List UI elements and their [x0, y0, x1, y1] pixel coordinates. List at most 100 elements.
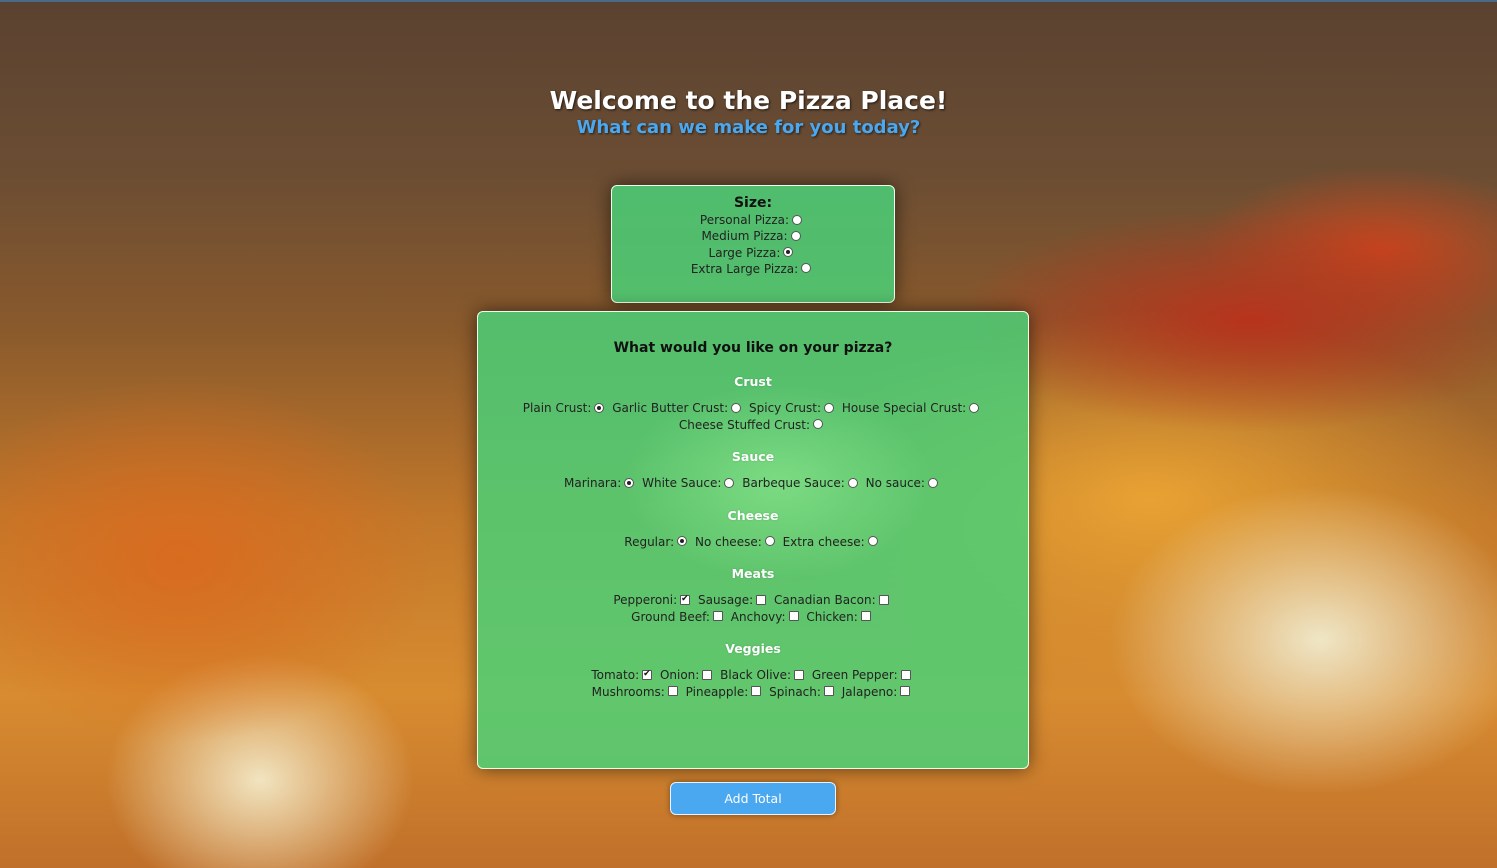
- size-extra-large-radio[interactable]: [801, 263, 812, 274]
- cheese-option: Regular:: [624, 535, 691, 549]
- veggie-option: Jalapeno:: [842, 685, 915, 699]
- page-header: Welcome to the Pizza Place! What can we …: [0, 86, 1497, 140]
- meat-option-label: Anchovy:: [730, 609, 786, 624]
- crust-cheese-stuffed-radio[interactable]: [813, 419, 824, 429]
- meat-option: Anchovy:: [731, 610, 803, 624]
- size-medium-radio[interactable]: [790, 230, 801, 241]
- size-large-radio[interactable]: [783, 247, 794, 258]
- meat-anchovy-checkbox[interactable]: [788, 611, 799, 621]
- meat-option: Pepperoni:: [613, 593, 694, 607]
- veggies-heading: Veggies: [725, 641, 781, 656]
- veggie-jalapeno-checkbox[interactable]: [900, 686, 911, 696]
- crust-option: Plain Crust:: [523, 401, 609, 415]
- crust-heading: Crust: [734, 374, 772, 389]
- cheese-option-label: Regular:: [624, 534, 675, 549]
- crust-option-label: House Special Crust:: [841, 401, 967, 415]
- crust-spicy-radio[interactable]: [824, 402, 834, 413]
- sauce-option-label: Barbeque Sauce:: [742, 476, 845, 490]
- size-option-label: Large Pizza:: [708, 245, 781, 260]
- size-option-label: Medium Pizza:: [701, 229, 788, 244]
- sauce-marinara-radio[interactable]: [624, 477, 635, 488]
- crust-option: House Special Crust:: [842, 401, 983, 415]
- meat-option-label: Chicken:: [806, 609, 858, 624]
- crust-option-label: Cheese Stuffed Crust:: [678, 417, 811, 432]
- cheese-heading: Cheese: [727, 507, 779, 523]
- veggie-option: Tomato:: [591, 668, 656, 682]
- size-option-label: Personal Pizza:: [699, 213, 790, 227]
- meat-option: Canadian Bacon:: [774, 593, 893, 607]
- cheese-regular-radio[interactable]: [677, 536, 688, 546]
- sauce-heading: Sauce: [731, 449, 775, 464]
- meat-option: Sausage:: [698, 593, 770, 607]
- sauce-option-label: White Sauce:: [642, 476, 722, 490]
- size-option-extra-large: Extra Large Pizza:: [612, 261, 894, 277]
- size-personal-radio[interactable]: [792, 214, 803, 225]
- veggie-option-label: Onion:: [659, 668, 700, 682]
- add-total-button[interactable]: Add Total: [670, 782, 836, 815]
- size-option-label: Extra Large Pizza:: [690, 261, 799, 276]
- meat-option: Chicken:: [806, 610, 874, 624]
- veggie-mushrooms-checkbox[interactable]: [667, 686, 678, 696]
- crust-option: Spicy Crust:: [749, 401, 838, 415]
- sauce-barbeque-radio[interactable]: [847, 477, 858, 488]
- veggie-option-label: Pineapple:: [685, 684, 749, 699]
- meat-sausage-checkbox[interactable]: [756, 594, 767, 605]
- size-heading: Size:: [733, 195, 773, 211]
- veggie-option: Mushrooms:: [592, 685, 682, 699]
- veggie-spinach-checkbox[interactable]: [823, 686, 834, 696]
- veggies-options-row-1: Tomato: Onion: Black Olive: Green Pepper…: [478, 667, 1028, 684]
- veggie-black-olive-checkbox[interactable]: [794, 669, 805, 680]
- crust-options-row-1: Plain Crust: Garlic Butter Crust: Spicy …: [478, 400, 1028, 417]
- meat-option: Ground Beef:: [631, 610, 727, 624]
- meats-heading: Meats: [731, 566, 775, 581]
- veggie-option: Onion:: [660, 668, 716, 682]
- veggie-green-pepper-checkbox[interactable]: [900, 669, 911, 680]
- meat-canadian-bacon-checkbox[interactable]: [878, 594, 889, 605]
- crust-garlic-butter-radio[interactable]: [731, 402, 742, 413]
- veggie-option: Spinach:: [769, 685, 838, 699]
- meat-option-label: Canadian Bacon:: [774, 593, 876, 607]
- meats-options-row-2: Ground Beef: Anchovy: Chicken:: [478, 609, 1028, 626]
- meat-ground-beef-checkbox[interactable]: [712, 611, 723, 621]
- veggie-pineapple-checkbox[interactable]: [751, 686, 762, 696]
- size-option-personal: Personal Pizza:: [612, 212, 894, 228]
- crust-option-label: Spicy Crust:: [749, 401, 821, 415]
- crust-option: Garlic Butter Crust:: [612, 401, 745, 415]
- veggie-option-label: Spinach:: [769, 684, 821, 699]
- sauce-option-label: No sauce:: [865, 476, 925, 490]
- meat-chicken-checkbox[interactable]: [860, 611, 871, 621]
- crust-house-special-radio[interactable]: [969, 402, 980, 413]
- meat-pepperoni-checkbox[interactable]: [680, 593, 691, 605]
- veggie-option: Pineapple:: [686, 685, 766, 699]
- sauce-none-radio[interactable]: [927, 477, 938, 488]
- veggie-tomato-checkbox[interactable]: [642, 668, 653, 680]
- toppings-question: What would you like on your pizza?: [613, 340, 893, 356]
- sauce-option: Barbeque Sauce:: [742, 476, 862, 490]
- cheese-options-row: Regular: No cheese: Extra cheese:: [478, 534, 1028, 551]
- meat-option-label: Ground Beef:: [631, 609, 710, 624]
- cheese-extra-radio[interactable]: [867, 536, 878, 546]
- sauce-option: No sauce:: [866, 476, 942, 490]
- veggie-option-label: Mushrooms:: [591, 684, 665, 699]
- sauce-white-radio[interactable]: [724, 477, 735, 488]
- page-subtitle: What can we make for you today?: [576, 117, 921, 138]
- size-panel: Size: Personal Pizza: Medium Pizza: Larg…: [611, 185, 895, 303]
- meat-option-label: Sausage:: [697, 593, 754, 607]
- crust-plain-radio[interactable]: [594, 402, 605, 413]
- veggies-options-row-2: Mushrooms: Pineapple: Spinach: Jalapeno:: [478, 684, 1028, 701]
- toppings-panel: What would you like on your pizza? Crust…: [477, 311, 1029, 769]
- cheese-option-label: Extra cheese:: [782, 534, 865, 549]
- sauce-option-label: Marinara:: [564, 476, 622, 490]
- cheese-option: No cheese:: [695, 535, 779, 549]
- veggie-option: Green Pepper:: [812, 668, 915, 682]
- sauce-options-row: Marinara: White Sauce: Barbeque Sauce: N…: [478, 475, 1028, 492]
- crust-option-label: Garlic Butter Crust:: [612, 401, 729, 415]
- veggie-option: Black Olive:: [720, 668, 808, 682]
- sauce-option: White Sauce:: [642, 476, 738, 490]
- meat-option-label: Pepperoni:: [613, 593, 678, 607]
- veggie-option-label: Jalapeno:: [841, 684, 898, 699]
- cheese-none-radio[interactable]: [764, 536, 775, 546]
- veggie-option-label: Green Pepper:: [811, 668, 898, 682]
- crust-options-row-2: Cheese Stuffed Crust:: [478, 417, 1028, 434]
- veggie-onion-checkbox[interactable]: [702, 669, 713, 680]
